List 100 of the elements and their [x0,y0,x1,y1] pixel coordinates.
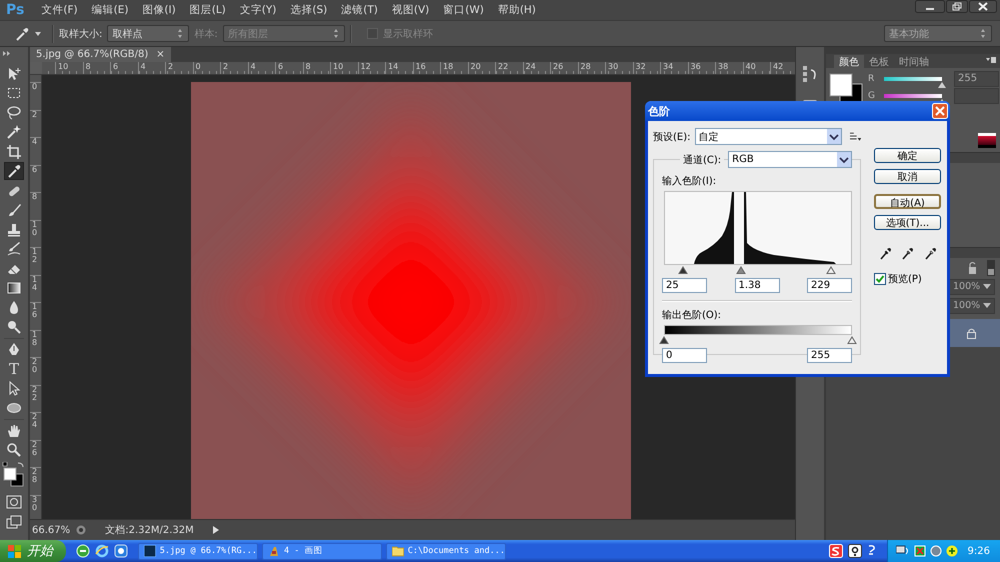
ruler-number: 24 [524,62,536,73]
input-field[interactable]: 25 [662,278,707,293]
ruler-number: 4 [140,62,146,73]
taskbar-button[interactable]: 4 - 画图 [262,542,382,560]
menu-item[interactable]: 图像(I) [135,3,183,17]
dropdown-icon [837,152,851,167]
value-field[interactable] [954,88,999,104]
close-button[interactable] [969,0,997,13]
input-field[interactable]: 0 [662,348,707,363]
preview-checkbox[interactable] [874,273,886,285]
preset-label: 预设(E): [653,130,690,144]
play-icon[interactable] [213,526,219,534]
ruler-number: 16 [31,303,38,319]
start-button[interactable]: 开始 [0,540,66,562]
network-icon[interactable] [914,545,926,557]
plus-circle-icon[interactable] [946,545,958,557]
opacity-field[interactable]: 100% [949,278,995,294]
menu-item[interactable]: 窗口(W) [436,3,491,17]
monitor-icon[interactable] [896,545,910,557]
menu-item[interactable]: 文件(F) [34,3,85,17]
input-field[interactable]: 229 [807,278,852,293]
eyedropper-icon[interactable] [14,26,30,42]
app-logo: Ps [5,2,26,18]
slider-thumb[interactable] [938,82,946,88]
ruler-number: 12 [360,62,371,73]
dialog-button[interactable]: 自动(A) [874,194,941,209]
menu-item[interactable]: 文字(Y) [232,3,284,17]
caret-icon[interactable] [35,32,41,36]
slider-thumb[interactable] [847,336,857,344]
quick-mask-icon[interactable] [6,495,22,509]
close-icon[interactable]: × [156,49,165,60]
ruler-number: 2 [222,62,228,73]
value-field[interactable]: 255 [954,71,999,87]
ruler-number: 40 [744,62,756,73]
fill-field[interactable]: 100% [949,298,995,314]
panel-tab[interactable]: 时间轴 [894,55,934,68]
ruler-number: 24 [31,413,38,429]
sample-size-label: 取样大小: [59,28,102,40]
menu-item[interactable]: 滤镜(T) [334,3,385,17]
ruler-number: 4 [31,138,38,146]
document-icon [144,545,156,557]
history-icon[interactable] [802,65,818,83]
scrollbar-thumb[interactable] [987,260,995,276]
spinner-icon [979,28,987,39]
menu-item[interactable]: 图层(L) [182,3,233,17]
restore-button[interactable] [946,0,968,13]
sample-size-dropdown[interactable]: 取样点 [107,25,190,42]
clock: 9:26 [968,546,990,556]
document-tab[interactable]: 5.jpg @ 66.7%(RGB/8) × [30,47,171,62]
speaker-icon[interactable] [930,545,942,557]
ruler-number: 20 [470,62,481,73]
menu-item[interactable]: 视图(V) [384,3,436,17]
ruler-number: 18 [442,62,454,73]
color-ramp[interactable] [978,133,996,148]
crop-icon[interactable] [4,142,24,161]
input-field[interactable]: 255 [807,348,852,363]
output-levels-label: 输出色阶(O): [662,308,722,322]
dialog-button[interactable]: 选项(T)... [874,215,941,230]
type-tool[interactable]: T [4,360,24,378]
paint-icon [268,545,280,557]
taskbar-button[interactable]: C:\Documents and... [386,542,506,560]
color-slider[interactable] [884,94,942,98]
input-field[interactable]: 1.38 [734,278,780,293]
ruler-number: 6 [277,62,284,73]
eyedropper-icon[interactable] [879,246,892,260]
eyedropper-icon[interactable] [4,162,24,180]
preset-dropdown[interactable]: 自定 [694,128,842,145]
app-icon[interactable] [114,544,128,558]
menu-item[interactable]: 帮助(H) [490,3,543,17]
zoom-level[interactable]: 66.67% [32,524,70,536]
ruler-number: 10 [332,62,344,73]
windows-logo [8,544,22,558]
menu-item[interactable]: 编辑(E) [84,3,136,17]
ruler-number: 22 [31,386,38,402]
dialog-button[interactable]: 取消 [874,169,941,184]
dialog-button[interactable]: 确定 [874,148,941,163]
checkbox-label: 显示取样环 [382,28,433,40]
dropdown-icon [826,129,841,144]
screen-mode-icon[interactable] [6,515,22,529]
help-icon[interactable] [848,544,862,558]
panel-tab[interactable]: 颜色 [834,55,864,68]
channel-label: R [868,74,876,84]
panel-menu-icon[interactable] [986,57,996,64]
panel-tab[interactable]: 色板 [864,55,894,68]
channel-label: 通道(C): [680,152,724,166]
expand-icon[interactable] [3,51,11,56]
channel-dropdown[interactable]: RGB [728,151,852,168]
taskbar-button[interactable]: 5.jpg @ 66.7%(RG... [138,542,258,560]
eyedropper-icon[interactable] [924,246,936,260]
lock-icon[interactable] [967,260,977,274]
ruler-number: 30 [31,496,38,512]
info-icon[interactable] [76,525,86,535]
minus-circle-icon[interactable] [76,544,90,558]
eyedropper-icon[interactable] [901,246,914,260]
preset-menu-icon[interactable] [850,132,861,142]
browser-icon[interactable] [95,544,109,558]
spinner-icon [332,28,340,39]
menu-item[interactable]: 选择(S) [283,3,334,17]
slider-thumb[interactable] [659,336,669,344]
minimize-button[interactable] [915,0,945,13]
